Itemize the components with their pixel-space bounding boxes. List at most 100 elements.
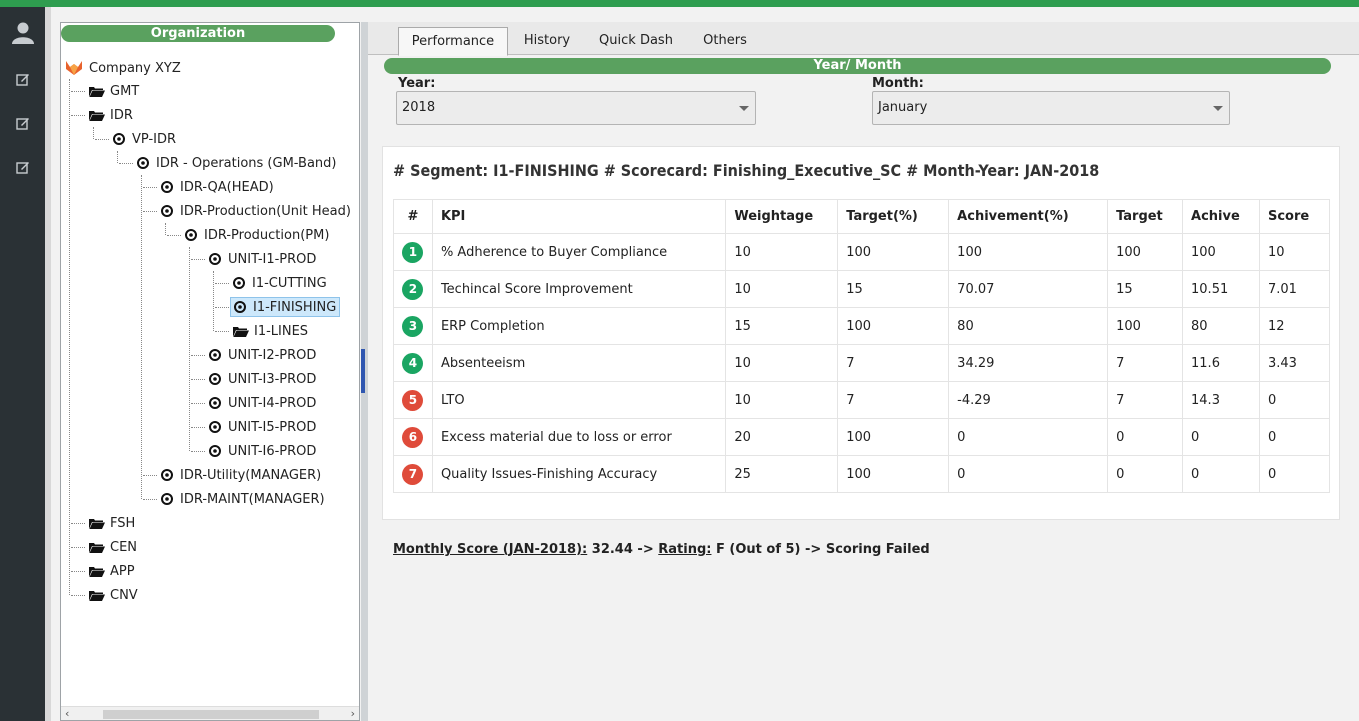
kpi-cell: ERP Completion [431, 307, 727, 345]
kpi-cell: 34.29 [948, 344, 1109, 382]
tree-node[interactable]: VP-IDR [113, 129, 176, 149]
kpi-cell: 100 [837, 307, 950, 345]
tree-connector [165, 223, 166, 235]
tree-root[interactable]: Company XYZ [65, 58, 181, 78]
scroll-left-icon[interactable]: ‹ [65, 707, 69, 721]
month-select[interactable]: January [872, 91, 1230, 125]
tree-node[interactable]: IDR-Utility(MANAGER) [161, 465, 321, 485]
kpi-cell: 7 [837, 381, 950, 419]
tree-node[interactable]: CEN [89, 537, 137, 557]
year-label: Year: [398, 76, 436, 91]
folder-open-icon [89, 542, 105, 553]
tree-node[interactable]: CNV [89, 585, 138, 605]
kpi-cell: 70.07 [948, 270, 1109, 308]
col-header: # [393, 199, 433, 234]
year-select[interactable]: 2018 [396, 91, 756, 125]
tree-node[interactable]: IDR-MAINT(MANAGER) [161, 489, 325, 509]
rating-label: Rating: [658, 542, 712, 557]
tree-node[interactable]: I1-CUTTING [233, 273, 327, 293]
target-icon [185, 229, 197, 241]
tree-node[interactable]: UNIT-I3-PROD [209, 369, 316, 389]
tree-node[interactable]: IDR-Production(Unit Head) [161, 201, 351, 221]
kpi-row: 7 Quality Issues-Finishing Accuracy 25 100 0… [393, 455, 1331, 493]
edit-icon[interactable] [0, 64, 45, 94]
col-header: Weightage [725, 199, 839, 234]
kpi-row: 3 ERP Completion 15 100 80 100 80 12 [393, 307, 1331, 345]
tree-horizontal-scrollbar[interactable]: ‹ › [61, 706, 359, 720]
kpi-cell: Absenteeism [431, 344, 727, 382]
tree-node-label: GMT [110, 83, 140, 99]
tree-node[interactable]: IDR [89, 105, 133, 125]
tree-node[interactable]: IDR-QA(HEAD) [161, 177, 274, 197]
kpi-cell: 6 [393, 418, 433, 456]
tree-connector [191, 427, 205, 428]
monthly-score-line: Monthly Score (JAN-2018): 32.44 -> Ratin… [393, 542, 930, 557]
col-header: Achive [1182, 199, 1260, 234]
tree-node[interactable]: UNIT-I2-PROD [209, 345, 316, 365]
tree-connector [191, 451, 205, 452]
tree-node-label: IDR-MAINT(MANAGER) [180, 491, 325, 507]
kpi-cell: 10 [1258, 233, 1331, 271]
top-accent-bar [0, 0, 1359, 7]
tree-connector [191, 403, 205, 404]
tree-node[interactable]: UNIT-I6-PROD [209, 441, 316, 461]
rank-badge: 6 [402, 426, 424, 448]
edit-icon[interactable] [0, 152, 45, 182]
tree-connector [93, 127, 94, 139]
tree-connector [71, 547, 85, 548]
tab-quick-dash[interactable]: Quick Dash [590, 27, 682, 56]
rank-badge: 3 [402, 315, 424, 337]
tree-node[interactable]: UNIT-I1-PROD [209, 249, 316, 269]
tree-connector [191, 355, 205, 356]
kpi-cell: 0 [1182, 455, 1260, 493]
tab-performance[interactable]: Performance [398, 27, 508, 56]
kpi-cell: -4.29 [948, 381, 1109, 419]
kpi-cell: 1 [393, 233, 433, 271]
kpi-cell: 0 [1258, 381, 1331, 419]
kpi-cell: 7.01 [1258, 270, 1331, 308]
tree-connector [71, 523, 85, 524]
tree-node-label: IDR - Operations (GM-Band) [156, 155, 337, 171]
folder-open-icon [89, 518, 105, 529]
tree-connector [95, 139, 109, 140]
tree-node-label: UNIT-I5-PROD [228, 419, 317, 435]
scroll-thumb[interactable] [103, 710, 319, 719]
panel-splitter[interactable] [361, 22, 368, 721]
kpi-cell: Excess material due to loss or error [431, 418, 727, 456]
tree-node[interactable]: IDR-Production(PM) [185, 225, 329, 245]
user-icon[interactable] [0, 17, 45, 47]
tree-node[interactable]: I1-LINES [233, 321, 308, 341]
col-header: Achivement(%) [948, 199, 1109, 234]
tree-node-label: VP-IDR [132, 131, 177, 147]
target-icon [209, 349, 221, 361]
tree-connector [69, 79, 70, 595]
tree-node[interactable]: APP [89, 561, 135, 581]
kpi-cell: 100 [1107, 233, 1184, 271]
target-icon [209, 373, 221, 385]
target-icon [137, 157, 149, 169]
chevron-down-icon [739, 106, 749, 111]
target-icon [233, 277, 245, 289]
tab-history[interactable]: History [512, 27, 582, 56]
tree-node-label: Company XYZ [89, 60, 181, 76]
scroll-right-icon[interactable]: › [351, 707, 355, 721]
tree-node-label: UNIT-I2-PROD [228, 347, 317, 363]
tree-node-selected[interactable]: I1-FINISHING [230, 297, 341, 317]
tree-node[interactable]: IDR - Operations (GM-Band) [137, 153, 336, 173]
splitter-handle[interactable] [361, 349, 365, 393]
col-header: Target [1107, 199, 1184, 234]
tree-node[interactable]: UNIT-I5-PROD [209, 417, 316, 437]
folder-open-icon [89, 86, 105, 97]
tree-node[interactable]: GMT [89, 81, 139, 101]
kpi-cell: 7 [837, 344, 950, 382]
tab-others[interactable]: Others [690, 27, 760, 56]
monthly-score-label: Monthly Score (JAN-2018): [393, 542, 588, 557]
edit-icon[interactable] [0, 108, 45, 138]
tree-node[interactable]: FSH [89, 513, 135, 533]
kpi-cell: 10 [725, 344, 839, 382]
kpi-cell: 0 [1258, 455, 1331, 493]
tree-node[interactable]: UNIT-I4-PROD [209, 393, 316, 413]
target-icon [113, 133, 125, 145]
target-icon [161, 181, 173, 193]
kpi-cell: 80 [948, 307, 1109, 345]
